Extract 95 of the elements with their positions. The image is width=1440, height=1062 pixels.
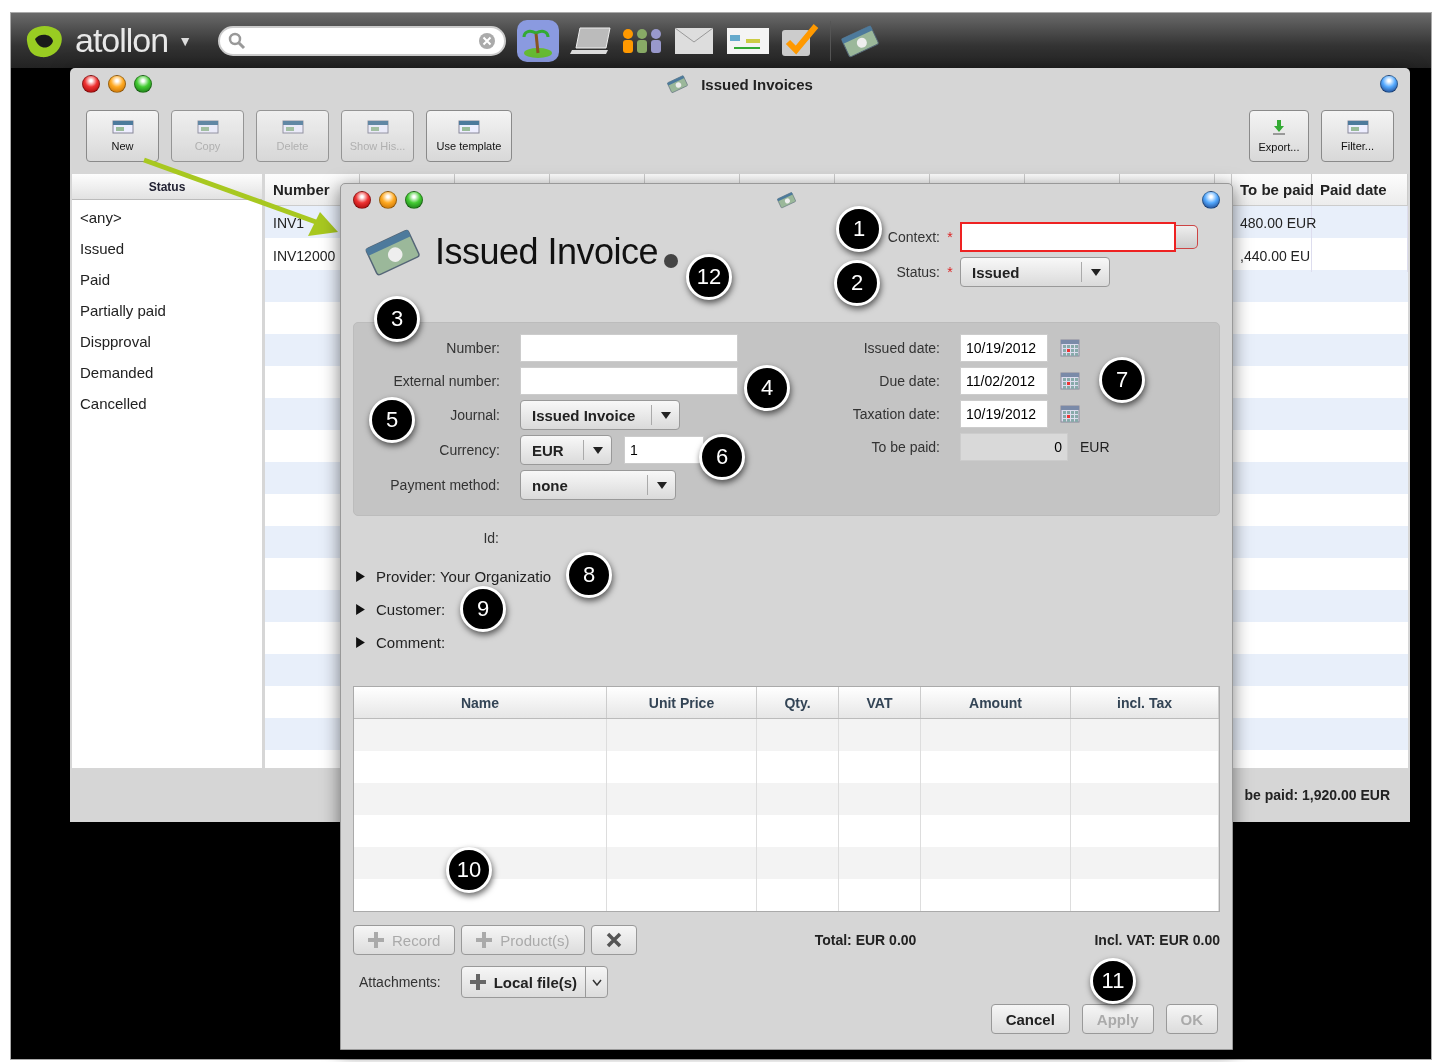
column-header[interactable]: Qty.	[757, 687, 839, 718]
field-label: Id:	[482, 530, 499, 548]
invoice-icon	[1346, 120, 1369, 134]
disclosure-triangle-icon	[355, 637, 366, 648]
status-item[interactable]: Issued	[80, 240, 262, 262]
close-button[interactable]	[82, 75, 100, 93]
plus-icon	[368, 932, 384, 948]
split-button[interactable]: Local file(s)	[460, 966, 609, 998]
zoom-button[interactable]	[405, 191, 423, 209]
field-label: Number:	[446, 340, 500, 356]
text-field[interactable]	[520, 367, 738, 395]
total-label: Total: EUR 0.00	[814, 932, 917, 948]
required-mark: *	[946, 264, 954, 280]
dialog-title: Issued Invoice	[435, 231, 659, 273]
dropdown[interactable]: none	[520, 470, 676, 500]
toolbar-toggle-button[interactable]	[1202, 191, 1220, 209]
window-title: Issued Invoices	[701, 75, 813, 93]
add-local-files-button[interactable]: Local file(s)	[461, 967, 586, 997]
chevron-down-icon	[591, 978, 602, 986]
text-field[interactable]	[520, 334, 738, 362]
dropdown[interactable]: EUR	[520, 435, 612, 465]
brand-menu-caret[interactable]: ▼	[178, 32, 193, 49]
field-label: Issued date:	[863, 340, 940, 356]
status-item[interactable]: Partially paid	[80, 302, 262, 324]
toolbar-button[interactable]: New	[86, 110, 159, 162]
field-label: External number:	[393, 373, 500, 389]
total-to-be-paid: be paid: 1,920.00 EUR	[1244, 787, 1390, 803]
exchange-rate-field[interactable]: 1	[624, 436, 704, 464]
context-field[interactable]	[960, 222, 1176, 252]
close-icon	[605, 932, 622, 948]
status-item[interactable]: Paid	[80, 271, 262, 293]
invoice-icon	[458, 120, 480, 134]
field-label: Context:	[887, 229, 940, 245]
minimize-button[interactable]	[108, 75, 126, 93]
invoice-icon	[196, 120, 219, 134]
dropdown[interactable]: Issued	[960, 257, 1110, 287]
calendar-icon[interactable]	[726, 26, 771, 55]
dropdown[interactable]: Issued Invoice	[520, 400, 680, 430]
toolbar-button[interactable]: Filter...	[1321, 110, 1394, 162]
remove-button[interactable]	[590, 925, 637, 955]
disclosure-triangle-icon	[355, 571, 366, 582]
plus-icon	[469, 974, 486, 990]
date-field[interactable]: 10/19/2012	[960, 400, 1048, 428]
plus-icon	[476, 932, 493, 948]
close-button[interactable]	[353, 191, 371, 209]
column-header[interactable]: Unit Price	[607, 687, 757, 718]
column-header[interactable]: Amount	[921, 687, 1071, 718]
download-arrow-icon	[1271, 119, 1287, 135]
laptop-icon[interactable]	[570, 25, 613, 56]
field-label: Payment method:	[390, 477, 500, 493]
invoice-icon	[111, 120, 134, 134]
currency-label: EUR	[1080, 439, 1110, 455]
caret-icon	[592, 446, 603, 454]
caret-icon	[660, 411, 671, 419]
island-icon[interactable]	[516, 18, 561, 63]
caret-icon	[656, 481, 667, 489]
column-header[interactable]: Paid date	[1312, 174, 1408, 205]
minimize-button[interactable]	[379, 191, 397, 209]
column-header: Status	[72, 174, 262, 200]
checkmark-icon[interactable]	[780, 23, 821, 58]
toolbar-toggle-button[interactable]	[1380, 75, 1398, 93]
status-item[interactable]: Cancelled	[80, 395, 262, 417]
dialog-button[interactable]: Cancel	[990, 1004, 1070, 1034]
caret-icon	[1090, 268, 1101, 276]
column-header[interactable]: incl. Tax	[1071, 687, 1219, 718]
column-header[interactable]: Name	[354, 687, 607, 718]
required-mark: *	[946, 229, 954, 245]
status-item[interactable]: Demanded	[80, 364, 262, 386]
date-field[interactable]: 10/19/2012	[960, 334, 1048, 362]
disclosure-toggle[interactable]: Comment:	[355, 634, 446, 651]
field-label: To be paid:	[871, 439, 940, 455]
zoom-button[interactable]	[134, 75, 152, 93]
column-header[interactable]: VAT	[839, 687, 921, 718]
field-label: Journal:	[450, 407, 500, 423]
disclosure-triangle-icon	[355, 604, 366, 615]
invoice-icon	[281, 120, 304, 134]
invoice-icon	[366, 120, 389, 134]
status-item[interactable]: <any>	[80, 209, 262, 231]
total-incl-vat-label: Incl. VAT: EUR 0.00	[1094, 932, 1220, 948]
search-icon	[228, 31, 247, 50]
toolbar-button[interactable]: Use template	[426, 110, 512, 162]
field-label: Currency:	[439, 442, 500, 458]
field-label: Attachments:	[359, 974, 441, 990]
date-field[interactable]: 11/02/2012	[960, 367, 1048, 395]
disclosure-toggle[interactable]: Customer:	[355, 601, 446, 618]
amount-field[interactable]: 0	[960, 433, 1068, 461]
brand-name: atollon	[75, 21, 169, 60]
search-field[interactable]	[218, 25, 507, 56]
status-item[interactable]: Dispproval	[80, 333, 262, 355]
toolbar-button[interactable]: Export...	[1249, 110, 1309, 162]
field-label: Status:	[895, 264, 940, 280]
field-label: Due date:	[879, 373, 940, 389]
field-label: Taxation date:	[852, 406, 940, 422]
context-picker-button[interactable]	[1176, 225, 1198, 249]
disclosure-toggle[interactable]: Provider: Your Organizatio	[355, 568, 552, 585]
